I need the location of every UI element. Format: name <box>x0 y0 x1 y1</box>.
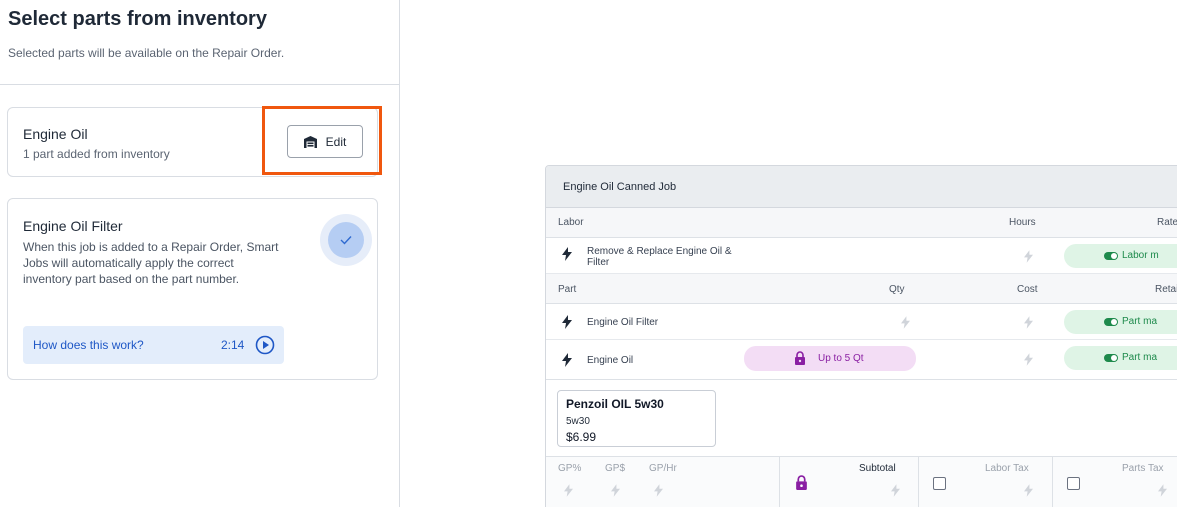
bolt-icon <box>564 484 573 497</box>
part-row[interactable]: Engine Oil Filter Part ma <box>546 304 1177 340</box>
hours-header-label: Hours <box>1009 217 1036 228</box>
bolt-icon <box>654 484 663 497</box>
video-duration: 2:14 <box>221 338 245 352</box>
bolt-icon <box>1024 353 1033 366</box>
part-retail-pill-label: Part ma <box>1122 316 1158 327</box>
footer-separator <box>1052 457 1053 507</box>
engine-oil-filter-description: When this job is added to a Repair Order… <box>23 240 279 286</box>
bolt-icon <box>1158 484 1167 497</box>
inventory-part-spec: 5w30 <box>566 416 590 427</box>
parts-tax-checkbox[interactable] <box>1067 477 1080 490</box>
inventory-panel: Select parts from inventory Selected par… <box>0 0 400 507</box>
bolt-icon <box>562 315 572 329</box>
footer-separator <box>779 457 780 507</box>
engine-oil-filter-card: Engine Oil Filter When this job is added… <box>7 198 378 380</box>
gp-percent-label: GP% <box>558 463 582 474</box>
subtotal-label: Subtotal <box>859 463 896 474</box>
bolt-icon <box>562 353 572 367</box>
part-name: Engine Oil <box>587 355 634 366</box>
labor-description-line2: Filter <box>587 257 610 268</box>
bolt-icon <box>1024 250 1033 263</box>
canned-job-preview: Engine Oil Canned Job Labor Hours Rate R… <box>545 165 1177 507</box>
panel-subtitle: Selected parts will be available on the … <box>8 46 285 60</box>
qty-limit-label: Up to 5 Qt <box>818 353 864 364</box>
gp-dollar-label: GP$ <box>605 463 626 474</box>
bolt-icon <box>891 484 900 497</box>
part-retail-pill[interactable]: Part ma <box>1064 346 1177 370</box>
retail-header-label: Retail <box>1155 284 1177 295</box>
bolt-icon <box>611 484 620 497</box>
engine-oil-title: Engine Oil <box>23 126 88 142</box>
lock-icon <box>796 475 807 490</box>
inventory-part-name: Penzoil OIL 5w30 <box>566 397 664 411</box>
part-header-row: Part Qty Cost Retail <box>546 274 1177 304</box>
inventory-part-price: $6.99 <box>566 430 597 444</box>
footer-separator <box>918 457 919 507</box>
part-retail-pill-label: Part ma <box>1122 352 1158 363</box>
labor-description: Remove & Replace Engine Oil & <box>587 246 732 257</box>
bolt-icon <box>562 247 572 261</box>
engine-oil-subtitle: 1 part added from inventory <box>23 147 170 161</box>
parts-tax-label: Parts Tax <box>1122 463 1164 474</box>
engine-oil-filter-title: Engine Oil Filter <box>23 218 123 234</box>
selected-indicator[interactable] <box>320 214 372 266</box>
cost-header-label: Cost <box>1017 284 1038 295</box>
lock-icon <box>795 351 805 365</box>
edit-button-label: Edit <box>325 134 347 149</box>
labor-rate-pill[interactable]: Labor m <box>1064 244 1177 268</box>
part-header-label: Part <box>558 284 577 295</box>
bolt-icon <box>901 316 910 329</box>
rate-header-label: Rate <box>1157 217 1177 228</box>
part-retail-pill[interactable]: Part ma <box>1064 310 1177 334</box>
how-does-this-work-link[interactable]: How does this work? 2:14 <box>23 326 284 364</box>
toggle-switch[interactable] <box>1104 354 1118 362</box>
check-icon <box>340 236 352 245</box>
garage-icon <box>303 135 317 148</box>
how-label: How does this work? <box>33 338 144 352</box>
labor-tax-checkbox[interactable] <box>933 477 946 490</box>
canned-job-header: Engine Oil Canned Job <box>546 166 1177 208</box>
gp-hr-label: GP/Hr <box>649 463 677 474</box>
labor-tax-label: Labor Tax <box>985 463 1029 474</box>
labor-row[interactable]: Remove & Replace Engine Oil & Filter Lab… <box>546 238 1177 274</box>
labor-rate-pill-label: Labor m <box>1122 250 1159 261</box>
panel-title: Select parts from inventory <box>8 8 267 30</box>
labor-header-label: Labor <box>558 217 584 228</box>
qty-header-label: Qty <box>889 284 905 295</box>
panel-divider <box>0 84 399 85</box>
canned-job-title: Engine Oil Canned Job <box>563 181 677 193</box>
edit-button[interactable]: Edit <box>287 125 363 158</box>
play-circle-icon <box>255 335 275 355</box>
toggle-switch[interactable] <box>1104 252 1118 260</box>
bolt-icon <box>1024 484 1033 497</box>
qty-limit-pill[interactable]: Up to 5 Qt <box>744 346 916 371</box>
part-name: Engine Oil Filter <box>587 317 659 328</box>
labor-header-row: Labor Hours Rate <box>546 208 1177 238</box>
totals-row: GP% GP$ GP/Hr Subtotal Labor Tax Parts T… <box>546 456 1177 507</box>
part-row[interactable]: Engine Oil Up to 5 Qt Part ma <box>546 340 1177 380</box>
toggle-switch[interactable] <box>1104 318 1118 326</box>
inventory-part-card[interactable]: Penzoil OIL 5w30 5w30 $6.99 <box>557 390 716 447</box>
bolt-icon <box>1024 316 1033 329</box>
